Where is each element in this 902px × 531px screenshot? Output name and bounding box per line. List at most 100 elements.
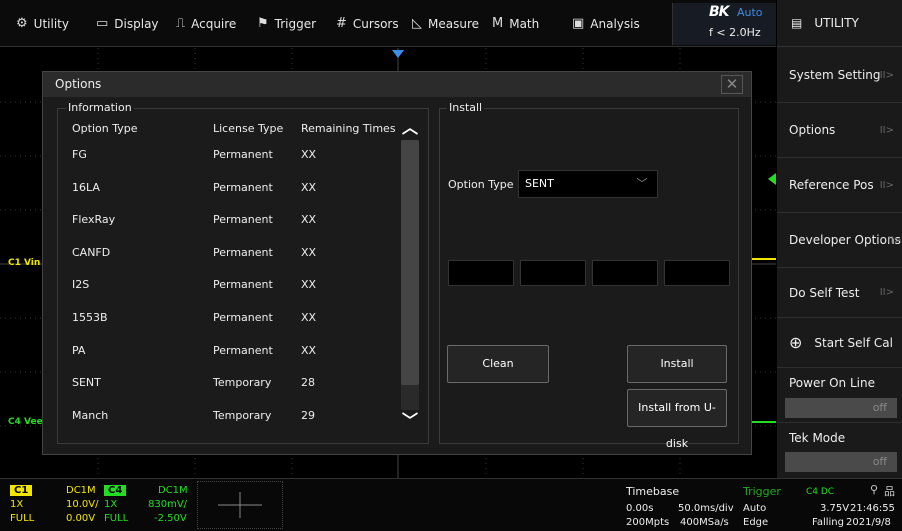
ch1-tag: C1 bbox=[10, 485, 33, 496]
menu-bar: ⚙ Utility ▭ Display ⎍ Acquire ⚑ Trigger … bbox=[0, 0, 776, 47]
option-list-scrollbar[interactable]: ︿ ﹀ bbox=[399, 118, 421, 438]
trigger-mode: Auto bbox=[743, 503, 767, 514]
reference-pos-button[interactable]: Reference Pos II> bbox=[777, 158, 902, 213]
remaining-times-cell: XX bbox=[301, 343, 317, 357]
ch4-bandwidth: FULL bbox=[104, 513, 129, 524]
monitor-icon: ▭ bbox=[96, 16, 109, 31]
measure-icon: ◺ bbox=[412, 16, 422, 31]
table-row[interactable]: SENT Temporary 28 bbox=[43, 376, 398, 396]
scroll-track[interactable] bbox=[401, 140, 419, 410]
menu-math-label: Math bbox=[509, 16, 540, 31]
system-setting-button[interactable]: System Setting II> bbox=[777, 48, 902, 103]
menu-trigger[interactable]: ⚑ Trigger bbox=[257, 0, 316, 47]
trigger-position-marker bbox=[392, 50, 404, 58]
license-code-field-3[interactable] bbox=[592, 260, 658, 286]
option-type-cell: I2S bbox=[72, 278, 90, 292]
brand-status: BK Auto f < 2.0Hz bbox=[672, 3, 776, 45]
acquire-icon: ⎍ bbox=[176, 16, 186, 31]
dialog-title-bar: Options bbox=[43, 72, 751, 97]
ch1-offset: 0.00V bbox=[66, 513, 96, 524]
power-on-line-toggle[interactable]: off bbox=[785, 398, 897, 418]
menu-display[interactable]: ▭ Display bbox=[96, 0, 159, 47]
scroll-down-icon[interactable]: ﹀ bbox=[399, 411, 421, 431]
table-row[interactable]: 1553B Permanent XX bbox=[43, 311, 398, 331]
remaining-times-cell: XX bbox=[301, 311, 317, 324]
table-row[interactable]: FlexRay Permanent XX bbox=[43, 213, 398, 233]
ch4-probe: 1X bbox=[104, 499, 118, 510]
scroll-up-icon[interactable]: ︿ bbox=[399, 118, 421, 138]
menu-trigger-label: Trigger bbox=[274, 16, 317, 31]
license-code-field-1[interactable] bbox=[448, 260, 514, 286]
ch4-status[interactable]: C4 DC1M 1X 830mV/ FULL -2.50V bbox=[104, 485, 192, 529]
ch1-marker[interactable]: C1 Vin bbox=[8, 258, 40, 268]
reference-pos-label: Reference Pos bbox=[789, 178, 874, 192]
trigger-source: C4 DC bbox=[806, 487, 835, 497]
utility-panel-title: UTILITY bbox=[814, 16, 859, 30]
options-button[interactable]: Options II> bbox=[777, 103, 902, 158]
menu-utility[interactable]: ⚙ Utility bbox=[16, 0, 69, 47]
trigger-mode-status: Auto bbox=[737, 6, 763, 19]
menu-measure[interactable]: ◺ Measure bbox=[412, 0, 479, 47]
license-code-field-2[interactable] bbox=[520, 260, 586, 286]
option-type-cell: FG bbox=[72, 148, 87, 161]
close-icon[interactable]: ✕ bbox=[721, 75, 743, 94]
menu-analysis[interactable]: ▣ Analysis bbox=[572, 0, 640, 47]
ch1-coupling: DC1M bbox=[66, 485, 96, 496]
install-from-udisk-button[interactable]: Install from U-disk bbox=[627, 389, 727, 450]
ch4-scale: 830mV/ bbox=[148, 499, 188, 510]
scroll-thumb[interactable] bbox=[401, 140, 419, 385]
menu-acquire-label: Acquire bbox=[191, 16, 237, 31]
add-channel-slot[interactable] bbox=[197, 481, 283, 529]
license-type-cell: Permanent bbox=[213, 213, 273, 227]
option-type-cell: CANFD bbox=[72, 245, 111, 259]
table-row[interactable]: PA Permanent XX bbox=[43, 344, 398, 364]
ch1-status[interactable]: C1 DC1M 1X 10.0V/ FULL 0.00V bbox=[10, 485, 98, 529]
clean-button[interactable]: Clean bbox=[447, 345, 549, 383]
license-type-cell: Temporary bbox=[213, 408, 272, 422]
license-code-field-4[interactable] bbox=[664, 260, 730, 286]
license-type-cell: Permanent bbox=[213, 278, 273, 292]
panel-divider bbox=[777, 422, 902, 423]
usb-icon: ⚲ bbox=[870, 483, 879, 496]
license-type-cell: Permanent bbox=[213, 311, 273, 324]
table-row[interactable]: FG Permanent XX bbox=[43, 148, 398, 168]
table-row[interactable]: 16LA Permanent XX bbox=[43, 181, 398, 201]
column-header-license-type: License Type bbox=[213, 122, 284, 135]
option-type-select[interactable]: SENT ﹀ bbox=[518, 170, 658, 198]
remaining-times-cell: XX bbox=[301, 245, 317, 259]
column-header-option-type: Option Type bbox=[72, 122, 138, 135]
menu-measure-label: Measure bbox=[428, 16, 479, 31]
network-icon: 品 bbox=[884, 485, 895, 498]
install-button[interactable]: Install bbox=[627, 345, 727, 383]
gear-icon: ⚙ bbox=[16, 16, 28, 31]
developer-options-button[interactable]: Developer Options II> bbox=[777, 213, 902, 268]
trigger-label[interactable]: Trigger bbox=[743, 485, 781, 498]
install-label: Install bbox=[447, 101, 485, 114]
option-type-cell: PA bbox=[72, 343, 86, 357]
ch1-scale: 10.0V/ bbox=[66, 499, 99, 510]
table-row[interactable]: Manch Temporary 29 bbox=[43, 409, 398, 429]
start-self-cal-button[interactable]: ⊕ Start Self Cal bbox=[777, 318, 902, 368]
tek-mode-toggle[interactable]: off bbox=[785, 452, 897, 472]
dialog-title: Options bbox=[55, 77, 102, 91]
menu-math[interactable]: M Math bbox=[492, 0, 539, 47]
table-row[interactable]: CANFD Permanent XX bbox=[43, 246, 398, 266]
do-self-test-button[interactable]: Do Self Test II> bbox=[777, 268, 902, 318]
menu-display-label: Display bbox=[114, 16, 159, 31]
table-row[interactable]: I2S Permanent XX bbox=[43, 278, 398, 298]
menu-cursors[interactable]: # Cursors bbox=[336, 0, 399, 47]
submenu-arrow-icon: II> bbox=[879, 69, 894, 81]
remaining-times-cell: XX bbox=[301, 213, 317, 227]
license-type-cell: Permanent bbox=[213, 343, 273, 357]
crosshair-icon: ⊕ bbox=[789, 333, 803, 352]
option-type-cell: 1553B bbox=[72, 311, 108, 324]
menu-cursors-label: Cursors bbox=[352, 16, 399, 31]
timebase-delay: 0.00s bbox=[626, 503, 654, 514]
ch4-marker[interactable]: C4 Vee bbox=[8, 417, 43, 427]
option-type-cell: SENT bbox=[72, 376, 101, 390]
utility-panel: ▤ UTILITY System Setting II> Options II>… bbox=[777, 0, 902, 478]
memory-depth: 200Mpts bbox=[626, 517, 670, 528]
license-type-cell: Permanent bbox=[213, 245, 273, 259]
timebase-label[interactable]: Timebase bbox=[626, 485, 679, 498]
menu-acquire[interactable]: ⎍ Acquire bbox=[176, 0, 236, 47]
